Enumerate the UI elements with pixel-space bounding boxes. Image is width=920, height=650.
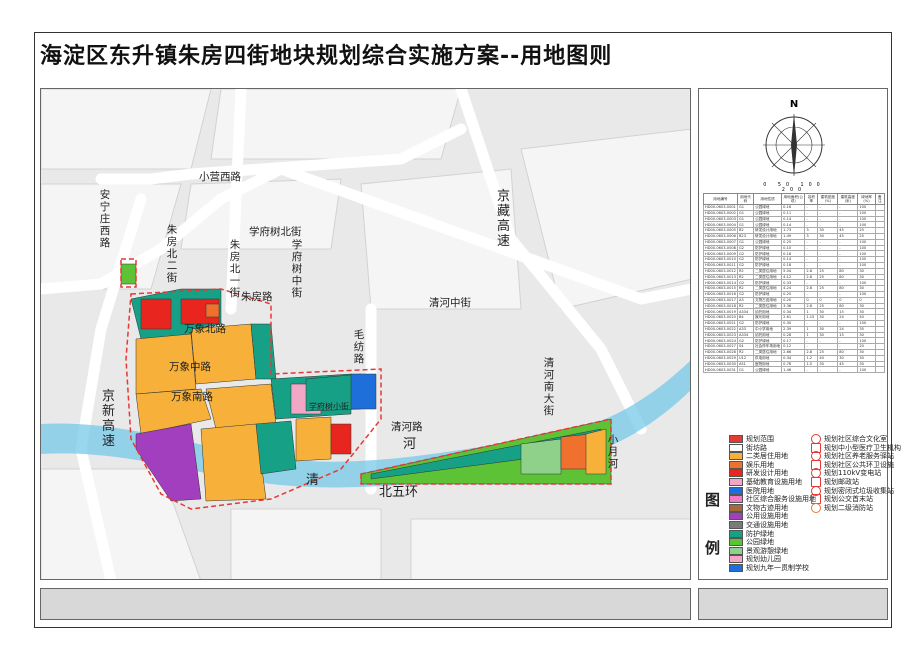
table-cell: HD00-0603-0003 (703, 215, 738, 223)
table-cell: HD00-0603-0029 (703, 354, 738, 362)
road-label-jingzang: 京藏高速 (496, 189, 510, 249)
table-cell: HD00-0603-0021 (703, 319, 738, 327)
table-cell: HD00-0603-0004 (703, 221, 738, 229)
legend-item: 规划九年一贯制学校 (729, 563, 809, 573)
table-cell: - (817, 366, 839, 374)
table-cell: HD00-0603-0028 (703, 348, 738, 356)
table-cell: G1 (736, 366, 755, 374)
table-header-cell: 建筑高度(米) (837, 193, 859, 205)
table-cell: - (804, 366, 819, 374)
table-cell: HD00-0603-0018 (703, 302, 738, 310)
legend-icon-label: 规划二级消防站 (824, 503, 873, 512)
road-label-wanxiang-mid: 万象中路 (169, 361, 211, 373)
road-label-beiwuhuan: 北五环 (379, 485, 419, 500)
table-cell: HD00-0603-0013 (703, 273, 738, 281)
road-label-xuefu-mid: 学府树中街 (291, 239, 303, 299)
north-label: N (789, 99, 799, 110)
road-label-xiaoying-west: 小营西路 (199, 171, 241, 183)
table-header-cell: 用地代码 (736, 193, 755, 205)
table-cell: HD00-0603-0014 (703, 279, 738, 287)
table-cell: HD00-0603-0019 (703, 308, 738, 316)
table-cell: 100 (857, 366, 876, 374)
river-label-qing: 清 (306, 473, 320, 488)
road-label-zhufang-north2: 朱房北二街 (166, 224, 178, 284)
road-label-xuefu-school: 学府树小街 (309, 402, 349, 411)
table-cell: HD00-0603-0017 (703, 296, 738, 304)
table-cell: HD00-0603-0030 (703, 360, 738, 368)
table-header: 用地编号 用地代码 用地性质 用地面积(公顷) 容积率 建筑密度(%) 建筑高度(米) 绿地率… (703, 193, 886, 205)
table-cell: HD00-0603-0005 (703, 227, 738, 234)
table-cell: - (837, 366, 859, 374)
compass-rose-icon (763, 114, 825, 176)
table-cell: HD00-0603-0031 (703, 366, 738, 374)
planning-map[interactable]: 小营西路 安宁庄西路 朱房北二街 朱房北一街 学府树北街 学府树中街 朱房路 京… (40, 88, 691, 580)
map-drawing (41, 89, 690, 579)
road-label-maofang: 毛纺路 (353, 329, 365, 365)
table-header-cell: 用地性质 (752, 193, 783, 205)
north-arrow: N 0 50 100 200 (759, 99, 829, 193)
legend-item-label: 规划九年一贯制学校 (746, 564, 809, 572)
table-cell: HD00-0603-0011 (703, 261, 738, 269)
page-title: 海淀区东升镇朱房四街地块规划综合实施方案--用地图则 (40, 44, 613, 69)
table-cell: HD00-0603-0015 (703, 285, 738, 292)
table-cell: HD00-0603-0006 (703, 233, 738, 240)
road-label-xuefu-north: 学府树北街 (249, 226, 302, 238)
road-label-jingxin: 京新高速 (101, 389, 115, 449)
table-header-cell: 容积率 (804, 193, 819, 205)
table-body: HD00-0603-0001 G1 公园绿地 0.16- - -100 HD00-0603-… (703, 204, 886, 374)
table-cell: 社会停车场用地 (752, 343, 783, 350)
table-cell: HD00-0603-0008 (703, 244, 738, 252)
legend-icon-item: 规划二级消防站 (811, 502, 873, 513)
table-cell: 1.46 (781, 366, 806, 374)
table-cell: HD00-0603-0001 (703, 204, 738, 211)
road-label-zhufang-north1: 朱房北一街 (229, 239, 241, 299)
land-use-table: 用地编号 用地代码 用地性质 用地面积(公顷) 容积率 建筑密度(%) 建筑高度(米) 绿地率… (703, 193, 886, 374)
table-cell: HD00-0603-0007 (703, 238, 738, 246)
table-cell: HD00-0603-0023 (703, 331, 738, 339)
table-header-cell: 绿地率(%) (857, 193, 876, 205)
table-cell: HD00-0603-0012 (703, 267, 738, 275)
legend-label-li: 例 (705, 539, 721, 557)
table-cell: HD00-0603-0024 (703, 337, 738, 345)
table-header-cell: 用地面积(公顷) (781, 193, 806, 205)
footer-bar-right (698, 588, 888, 620)
legend-swatch (729, 564, 743, 572)
table-cell: HD00-0603-0002 (703, 209, 738, 217)
road-label-qinghe-road: 清河路 (391, 421, 423, 433)
table-cell: HD00-0603-0022 (703, 325, 738, 333)
table-header-cell: 用地编号 (703, 193, 738, 205)
road-label-wanxiang-north: 万象北路 (184, 323, 226, 335)
table-cell: 公园绿地 (752, 366, 783, 374)
river-label-he: 河 (403, 437, 417, 452)
road-label-anning-west: 安宁庄西路 (99, 189, 111, 249)
table-cell: HD00-0603-0009 (703, 250, 738, 258)
facility-icon (811, 502, 821, 513)
river-label-xiaoyuehe: 小月河 (607, 434, 619, 470)
road-label-zhufang-road: 朱房路 (241, 291, 273, 303)
footer-bar (40, 588, 691, 620)
table-cell: HD00-0603-0027 (703, 343, 738, 350)
road-label-qinghe-mid: 清河中街 (429, 297, 471, 309)
road-label-wanxiang-south: 万象南路 (171, 391, 213, 403)
table-cell: HD00-0603-0010 (703, 256, 738, 263)
table-cell: HD00-0603-0020 (703, 314, 738, 321)
table-header-cell: 备注 (874, 193, 886, 205)
table-row: HD00-0603-0031 G1 公园绿地 1.46- - -100 (703, 366, 886, 374)
table-cell: HD00-0603-0016 (703, 290, 738, 298)
table-header-cell: 建筑密度(%) (817, 193, 839, 205)
legend-label-tu: 图 (705, 491, 721, 509)
road-label-qinghe-south: 清河南大街 (543, 357, 555, 417)
scale-bar: 0 50 100 200 (763, 183, 825, 193)
legend-panel: N 0 50 100 200 用地编号 用地代码 用地性质 用地面积(公顷) 容积率 建筑… (698, 88, 901, 580)
table-cell (874, 366, 886, 374)
